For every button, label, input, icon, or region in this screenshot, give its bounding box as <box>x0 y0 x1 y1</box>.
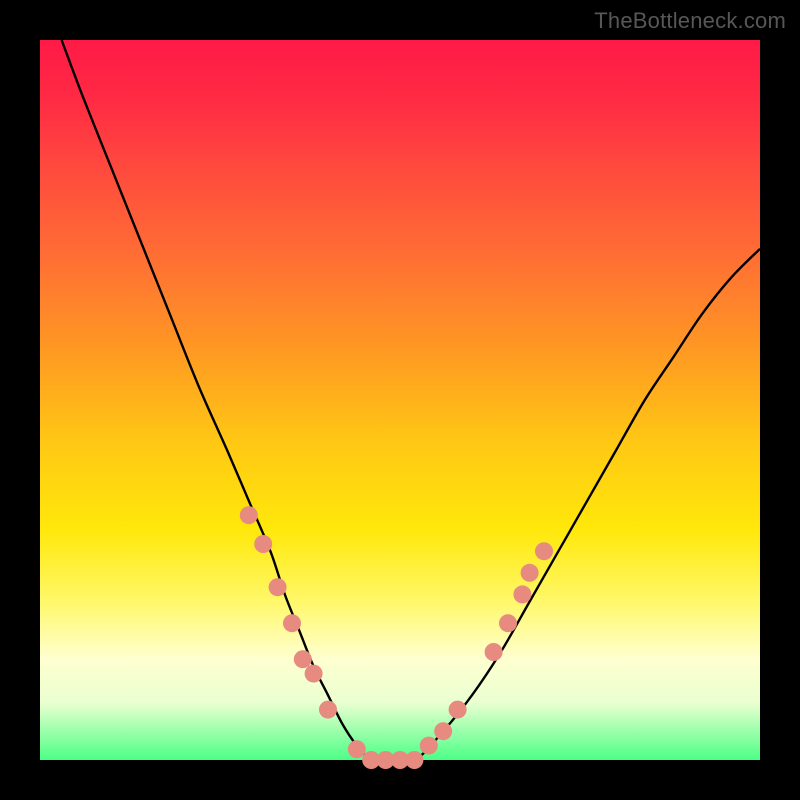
curve-marker <box>348 740 366 758</box>
curve-marker <box>405 751 423 769</box>
curve-marker <box>521 564 539 582</box>
curve-path <box>62 40 760 762</box>
curve-marker <box>449 701 467 719</box>
curve-marker <box>294 650 312 668</box>
curve-marker <box>283 614 301 632</box>
watermark-text: TheBottleneck.com <box>594 8 786 34</box>
curve-marker <box>240 506 258 524</box>
curve-marker <box>513 585 531 603</box>
curve-marker <box>499 614 517 632</box>
curve-marker <box>420 737 438 755</box>
curve-markers <box>240 506 553 769</box>
curve-marker <box>434 722 452 740</box>
curve-marker <box>319 701 337 719</box>
curve-marker <box>485 643 503 661</box>
chart-frame: TheBottleneck.com <box>0 0 800 800</box>
plot-area <box>40 40 760 760</box>
bottleneck-curve <box>40 40 760 760</box>
curve-marker <box>254 535 272 553</box>
curve-marker <box>269 578 287 596</box>
curve-marker <box>305 665 323 683</box>
curve-marker <box>535 542 553 560</box>
